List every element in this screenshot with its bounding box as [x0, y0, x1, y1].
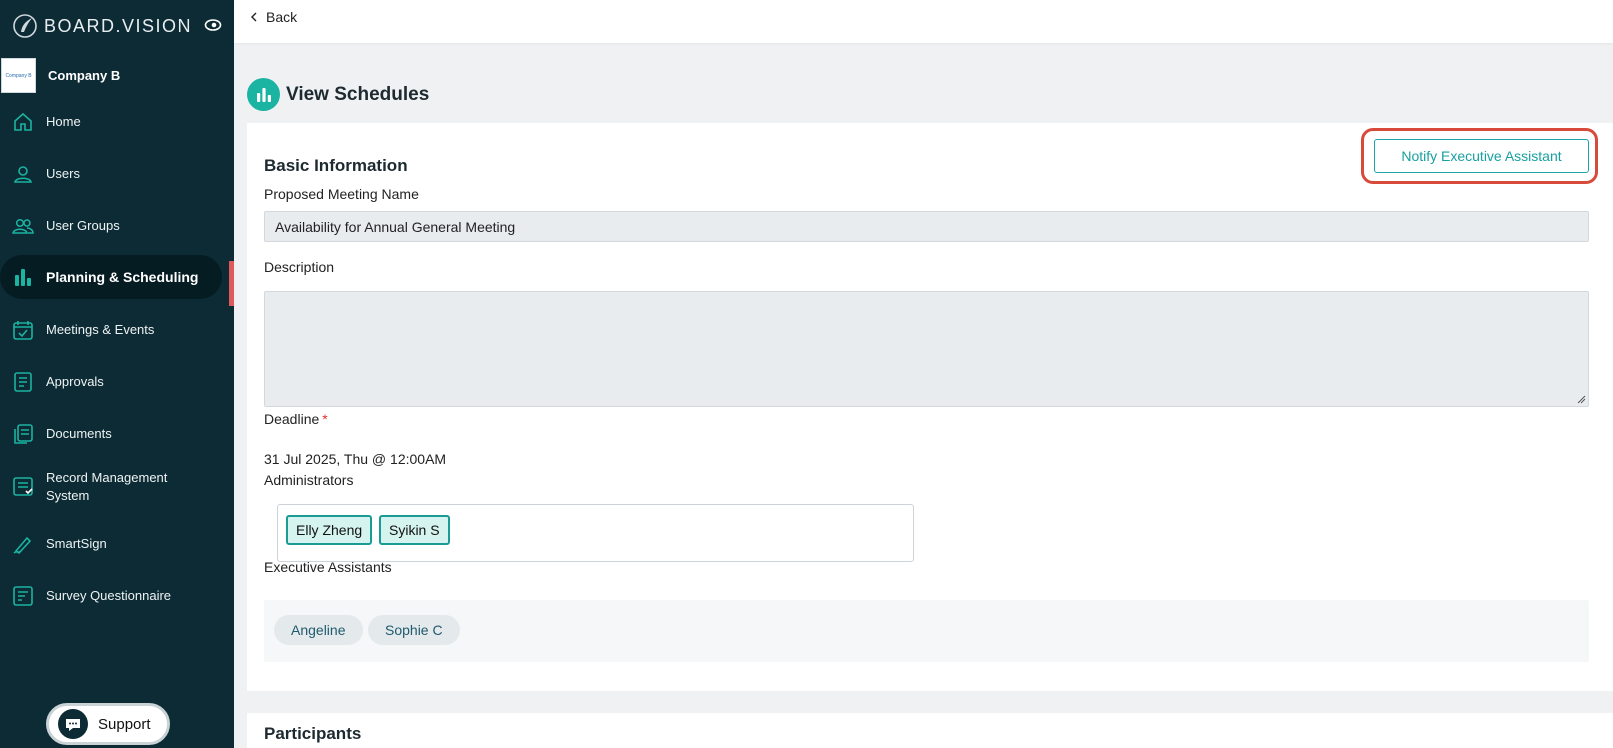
meeting-name-field[interactable]: Availability for Annual General Meeting — [264, 211, 1589, 242]
document-lines-icon — [14, 372, 32, 392]
administrators-label: Administrators — [264, 472, 354, 488]
executive-assistants-list: Angeline Sophie C — [264, 600, 1589, 662]
user-icon — [14, 166, 32, 183]
participants-card: Participants — [247, 713, 1613, 748]
chevron-left-icon — [251, 12, 257, 22]
calendar-check-icon — [13, 321, 33, 340]
basic-information-card: Basic Information Notify Executive Assis… — [247, 123, 1613, 691]
administrator-chip[interactable]: Elly Zheng — [286, 515, 373, 545]
pen-icon — [13, 536, 32, 555]
sidebar-item-label: Meetings & Events — [46, 322, 155, 337]
documents-icon — [14, 424, 33, 444]
sidebar-item-label: User Groups — [46, 218, 120, 233]
section-title: Basic Information — [264, 156, 408, 175]
notify-executive-assistant-button[interactable]: Notify Executive Assistant — [1374, 139, 1589, 173]
executive-assistant-pill: Sophie C — [368, 615, 460, 645]
page-title: View Schedules — [286, 83, 430, 105]
company-switcher[interactable]: Company B Company B — [0, 58, 120, 93]
page-header: View Schedules — [247, 78, 429, 111]
top-bar: Back — [234, 0, 1613, 43]
company-name: Company B — [48, 68, 121, 83]
bar-chart-icon — [247, 78, 280, 111]
sidebar-item-record-management[interactable]: Record Management System — [0, 465, 222, 509]
brand-name: BOARD.VISION — [44, 15, 193, 36]
sidebar-item-home[interactable]: Home — [0, 100, 222, 144]
visibility-toggle-icon[interactable] — [204, 18, 222, 32]
meeting-name-label: Proposed Meeting Name — [264, 186, 419, 202]
resize-handle-icon[interactable] — [1576, 394, 1586, 404]
survey-icon — [13, 586, 33, 606]
sidebar-item-user-groups[interactable]: User Groups — [0, 204, 222, 248]
company-logo-text: Company B — [5, 72, 32, 79]
sidebar-item-survey[interactable]: Survey Questionnaire — [0, 574, 222, 618]
executive-assistants-label: Executive Assistants — [264, 559, 392, 575]
user-group-icon — [12, 218, 34, 234]
sidebar-item-users[interactable]: Users — [0, 152, 222, 196]
sidebar-item-label: Home — [46, 114, 81, 129]
deadline-label: Deadline * — [264, 411, 328, 427]
sidebar-item-label: Documents — [46, 426, 112, 441]
sidebar-item-documents[interactable]: Documents — [0, 412, 222, 456]
sidebar-item-label: Approvals — [46, 374, 104, 389]
back-link[interactable]: Back — [250, 9, 297, 25]
required-marker: * — [322, 411, 328, 427]
sidebar-item-planning-scheduling[interactable]: Planning & Scheduling — [0, 255, 222, 299]
company-logo: Company B — [1, 58, 36, 93]
sidebar-item-label: SmartSign — [46, 536, 107, 551]
executive-assistant-pill: Angeline — [274, 615, 363, 645]
brand-logo-icon — [13, 14, 37, 38]
sidebar-item-meetings-events[interactable]: Meetings & Events — [0, 308, 222, 352]
participants-title: Participants — [264, 724, 362, 743]
support-label: Support — [98, 715, 151, 733]
home-icon — [14, 112, 32, 131]
bar-chart-icon — [15, 269, 31, 286]
active-indicator — [229, 261, 234, 306]
sidebar-item-label: Survey Questionnaire — [46, 588, 172, 603]
administrator-chip[interactable]: Syikin S — [379, 515, 450, 545]
deadline-label-text: Deadline — [264, 411, 320, 427]
deadline-value: 31 Jul 2025, Thu @ 12:00AM — [264, 451, 447, 467]
description-field[interactable] — [264, 291, 1589, 407]
chat-support-icon — [58, 709, 88, 739]
sidebar: BOARD.VISION Company B Company B Home Us… — [0, 0, 234, 748]
sidebar-item-label: Planning & Scheduling — [46, 269, 199, 285]
back-label: Back — [266, 9, 298, 25]
description-label: Description — [264, 259, 335, 275]
administrators-field[interactable]: Elly Zheng Syikin S — [277, 504, 914, 562]
sidebar-item-smartsign[interactable]: SmartSign — [0, 522, 222, 566]
sidebar-item-label: Users — [46, 166, 80, 181]
brand[interactable]: BOARD.VISION — [12, 12, 192, 40]
sidebar-item-approvals[interactable]: Approvals — [0, 360, 222, 404]
record-icon — [13, 477, 33, 496]
support-button[interactable]: Support — [46, 703, 170, 745]
meeting-name-value: Availability for Annual General Meeting — [275, 218, 516, 235]
sidebar-item-label: Record Management System — [46, 470, 168, 503]
